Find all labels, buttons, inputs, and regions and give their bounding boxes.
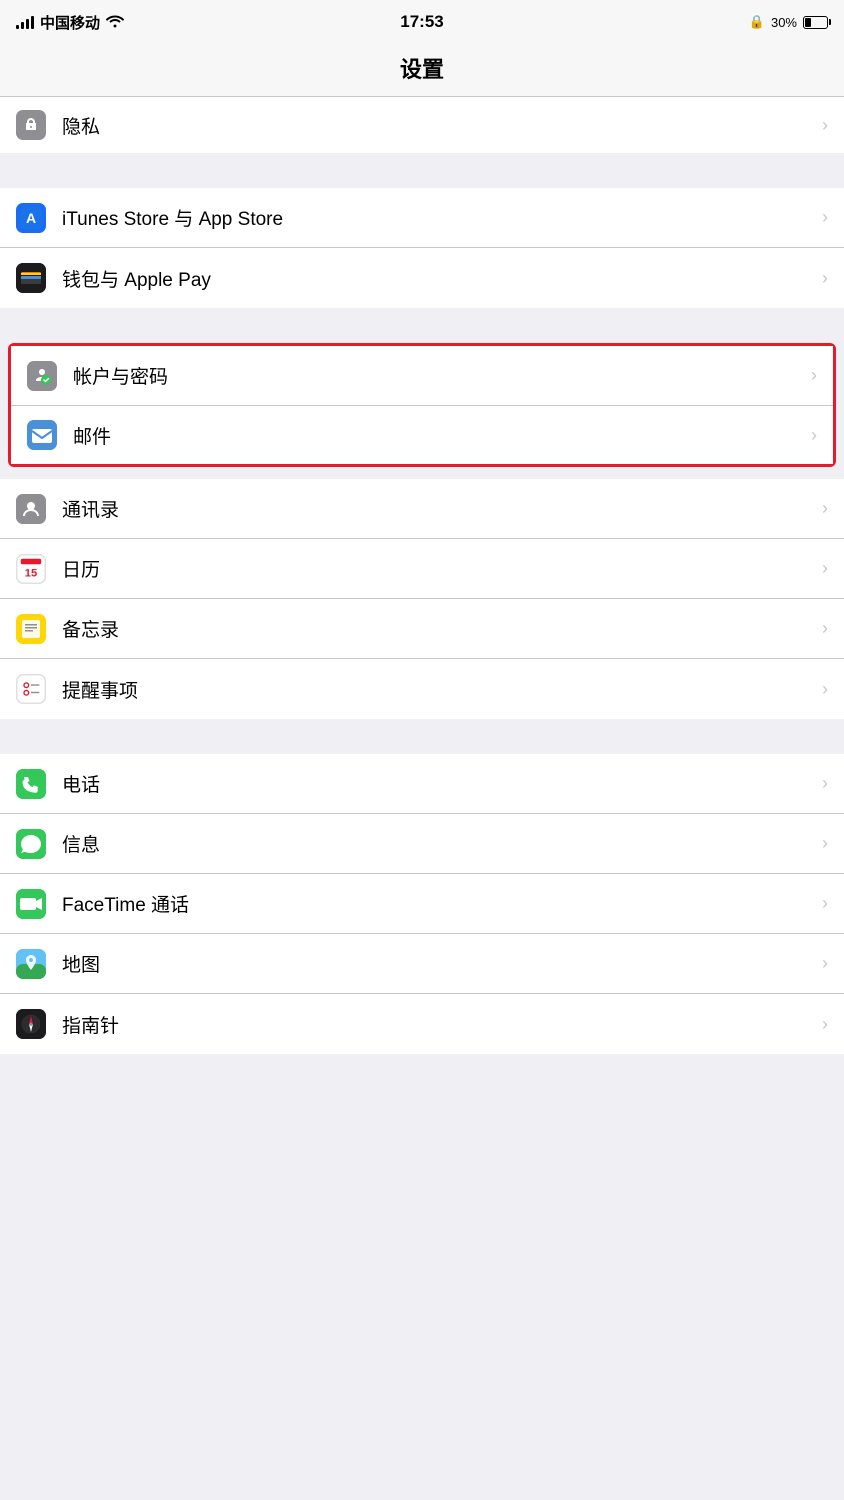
group-store: A iTunes Store 与 App Store › 钱包与 Apple P…	[0, 188, 844, 308]
contacts-chevron: ›	[822, 498, 828, 519]
wallet-icon	[16, 263, 46, 293]
calendar-label: 日历	[62, 555, 822, 582]
reminders-chevron: ›	[822, 679, 828, 700]
settings-item-accounts[interactable]: 帐户与密码 ›	[11, 346, 833, 406]
itunes-icon: A	[16, 203, 46, 233]
phone-icon	[16, 769, 46, 799]
spacer-2	[0, 308, 844, 343]
accounts-icon	[27, 361, 57, 391]
settings-item-contacts[interactable]: 通讯录 ›	[0, 479, 844, 539]
reminders-icon	[16, 674, 46, 704]
lock-icon: 🔒	[749, 14, 765, 30]
status-time: 17:53	[400, 12, 443, 32]
reminders-label: 提醒事项	[62, 676, 822, 703]
settings-item-reminders[interactable]: 提醒事项 ›	[0, 659, 844, 719]
status-left: 中国移动	[16, 12, 124, 33]
settings-item-maps[interactable]: 地图 ›	[0, 934, 844, 994]
spacer-1	[0, 153, 844, 188]
settings-item-itunes[interactable]: A iTunes Store 与 App Store ›	[0, 188, 844, 248]
messages-icon	[16, 829, 46, 859]
facetime-icon	[16, 889, 46, 919]
signal-icon	[16, 15, 34, 29]
wallet-chevron: ›	[822, 268, 828, 289]
carrier-label: 中国移动	[40, 12, 100, 33]
notes-icon	[16, 614, 46, 644]
status-bar: 中国移动 17:53 🔒 30%	[0, 0, 844, 44]
phone-chevron: ›	[822, 773, 828, 794]
mail-icon	[27, 420, 57, 450]
compass-icon	[16, 1009, 46, 1039]
group-communication: 电话 › 信息 › FaceTime 通话 ›	[0, 754, 844, 1054]
svg-text:A: A	[26, 210, 36, 226]
wallet-label: 钱包与 Apple Pay	[62, 265, 822, 292]
svg-text:15: 15	[25, 567, 37, 579]
compass-label: 指南针	[62, 1011, 822, 1038]
calendar-chevron: ›	[822, 558, 828, 579]
settings-item-privacy[interactable]: 隐私 ›	[0, 97, 844, 153]
calendar-icon: 15	[16, 554, 46, 584]
privacy-label: 隐私	[62, 112, 822, 139]
contacts-label: 通讯录	[62, 495, 822, 522]
messages-chevron: ›	[822, 833, 828, 854]
settings-item-mail[interactable]: 邮件 ›	[11, 406, 833, 464]
settings-item-messages[interactable]: 信息 ›	[0, 814, 844, 874]
maps-chevron: ›	[822, 953, 828, 974]
spacer-4	[0, 719, 844, 754]
highlighted-group: 帐户与密码 › 邮件 ›	[8, 343, 836, 467]
phone-label: 电话	[62, 770, 822, 797]
battery-icon	[803, 16, 828, 29]
settings-item-phone[interactable]: 电话 ›	[0, 754, 844, 814]
accounts-chevron: ›	[811, 365, 817, 386]
settings-list: 隐私 › A iTunes Store 与 App Store ›	[0, 97, 844, 1054]
settings-item-wallet[interactable]: 钱包与 Apple Pay ›	[0, 248, 844, 308]
notes-label: 备忘录	[62, 615, 822, 642]
facetime-label: FaceTime 通话	[62, 890, 822, 917]
mail-label: 邮件	[73, 422, 811, 449]
wifi-icon	[106, 14, 124, 31]
contacts-icon	[16, 494, 46, 524]
facetime-chevron: ›	[822, 893, 828, 914]
accounts-label: 帐户与密码	[73, 362, 811, 389]
notes-chevron: ›	[822, 618, 828, 639]
group-privacy: 隐私 ›	[0, 97, 844, 153]
privacy-icon	[16, 110, 46, 140]
battery-percent: 30%	[771, 15, 797, 30]
settings-item-facetime[interactable]: FaceTime 通话 ›	[0, 874, 844, 934]
mail-chevron: ›	[811, 425, 817, 446]
privacy-chevron: ›	[822, 115, 828, 136]
group-productivity: 通讯录 › 15 日历 ›	[0, 479, 844, 719]
itunes-label: iTunes Store 与 App Store	[62, 204, 822, 231]
itunes-chevron: ›	[822, 207, 828, 228]
messages-label: 信息	[62, 830, 822, 857]
settings-item-notes[interactable]: 备忘录 ›	[0, 599, 844, 659]
compass-chevron: ›	[822, 1014, 828, 1035]
settings-item-calendar[interactable]: 15 日历 ›	[0, 539, 844, 599]
settings-item-compass[interactable]: 指南针 ›	[0, 994, 844, 1054]
spacer-3	[0, 467, 844, 479]
status-right: 🔒 30%	[749, 14, 828, 30]
maps-icon	[16, 949, 46, 979]
page-title-bar: 设置	[0, 44, 844, 97]
maps-label: 地图	[62, 950, 822, 977]
page-title: 设置	[400, 57, 444, 82]
